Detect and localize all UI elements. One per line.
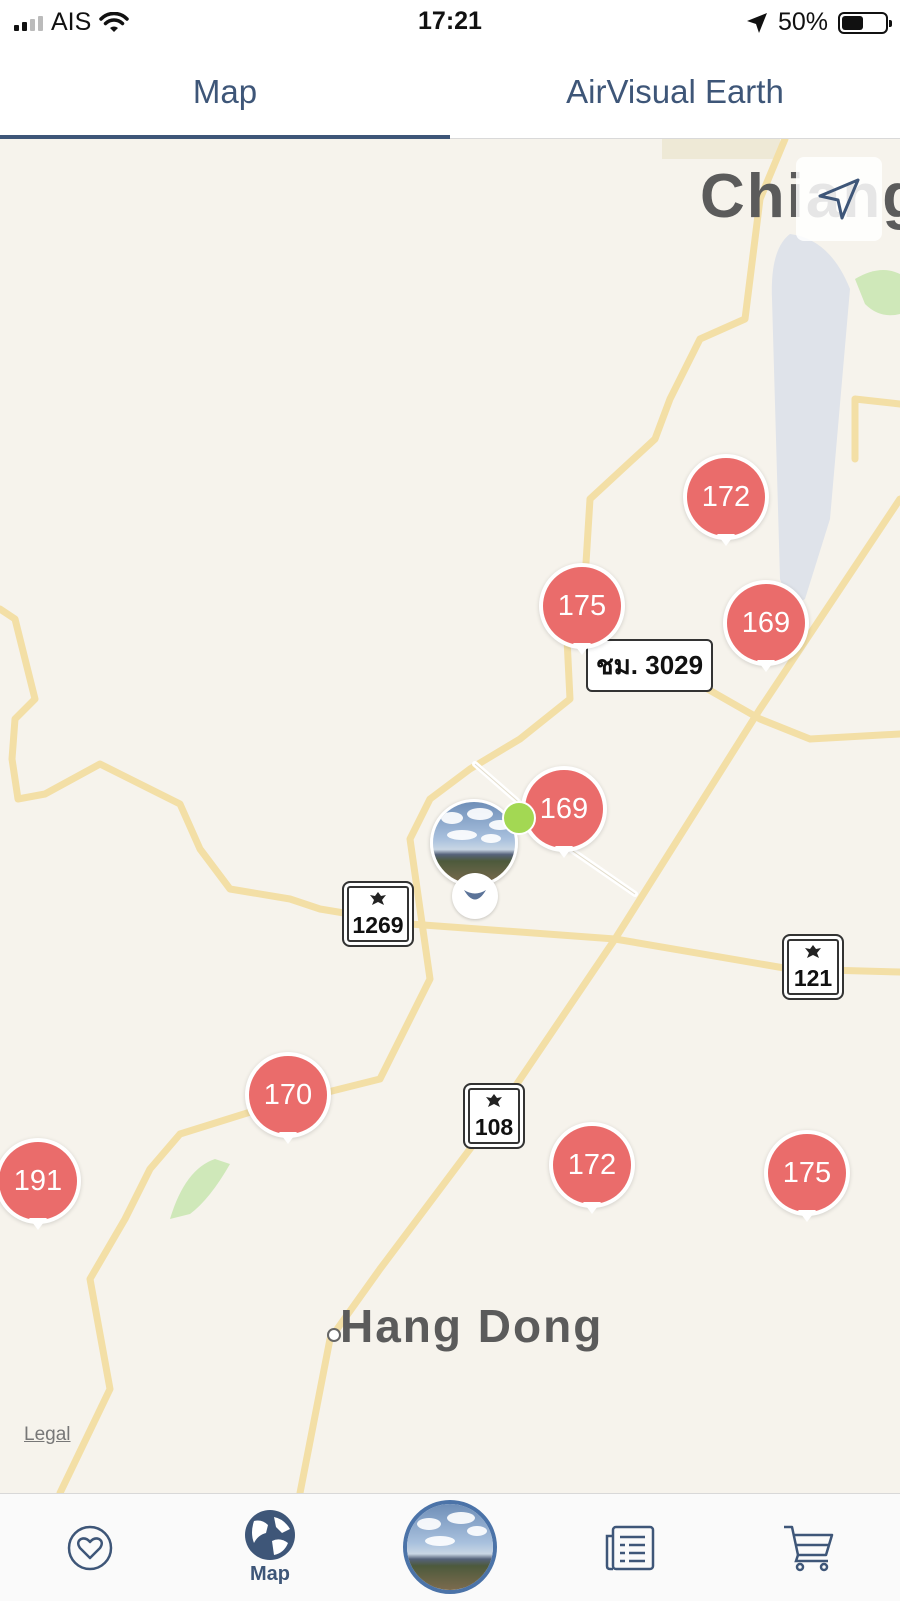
cart-icon [784,1525,834,1571]
highway-shield: 108 [463,1083,525,1149]
nav-shop[interactable] [758,1494,858,1601]
legal-link[interactable]: Legal [24,1424,71,1446]
navigation-arrow-icon [818,178,860,220]
nav-favorites[interactable] [40,1494,140,1601]
nav-map-label: Map [250,1563,290,1585]
aqi-marker[interactable]: 172 [683,454,769,554]
battery-icon [838,11,892,34]
nav-news[interactable] [580,1494,680,1601]
aqi-marker[interactable]: 169 [723,580,809,680]
garuda-icon [486,1094,502,1107]
aqi-marker[interactable]: 191 [0,1138,81,1238]
tab-bar: Map AirVisual Earth [0,46,900,139]
nav-map[interactable]: Map [220,1494,320,1601]
garuda-icon [370,892,386,905]
chevron-down-icon[interactable] [452,873,498,919]
heart-icon [67,1525,113,1570]
aqi-marker[interactable]: 175 [764,1130,850,1230]
nav-profile-photo[interactable] [403,1500,497,1594]
map-view[interactable]: Chiang Hang Dong 1269 121 108 ชม. 3029 1… [0,139,900,1493]
aqi-marker[interactable]: 170 [245,1052,331,1152]
globe-icon [245,1510,295,1560]
highway-shield: 1269 [342,881,414,947]
news-icon [605,1525,655,1570]
aqi-marker[interactable]: 175 [539,563,625,663]
bottom-nav: Map [0,1493,900,1601]
location-arrow-icon [746,12,767,33]
place-label-hang-dong: Hang Dong [340,1300,604,1352]
garuda-icon [805,945,821,958]
battery-percent: 50% [777,8,828,36]
status-dot [502,801,536,835]
status-bar: AIS 17:21 50% [0,0,900,46]
highway-shield: 121 [782,934,844,1000]
tab-airvisual-earth[interactable]: AirVisual Earth [450,46,900,138]
locate-me-button[interactable] [796,157,882,241]
aqi-marker[interactable]: 172 [549,1122,635,1222]
tab-map[interactable]: Map [0,46,450,138]
